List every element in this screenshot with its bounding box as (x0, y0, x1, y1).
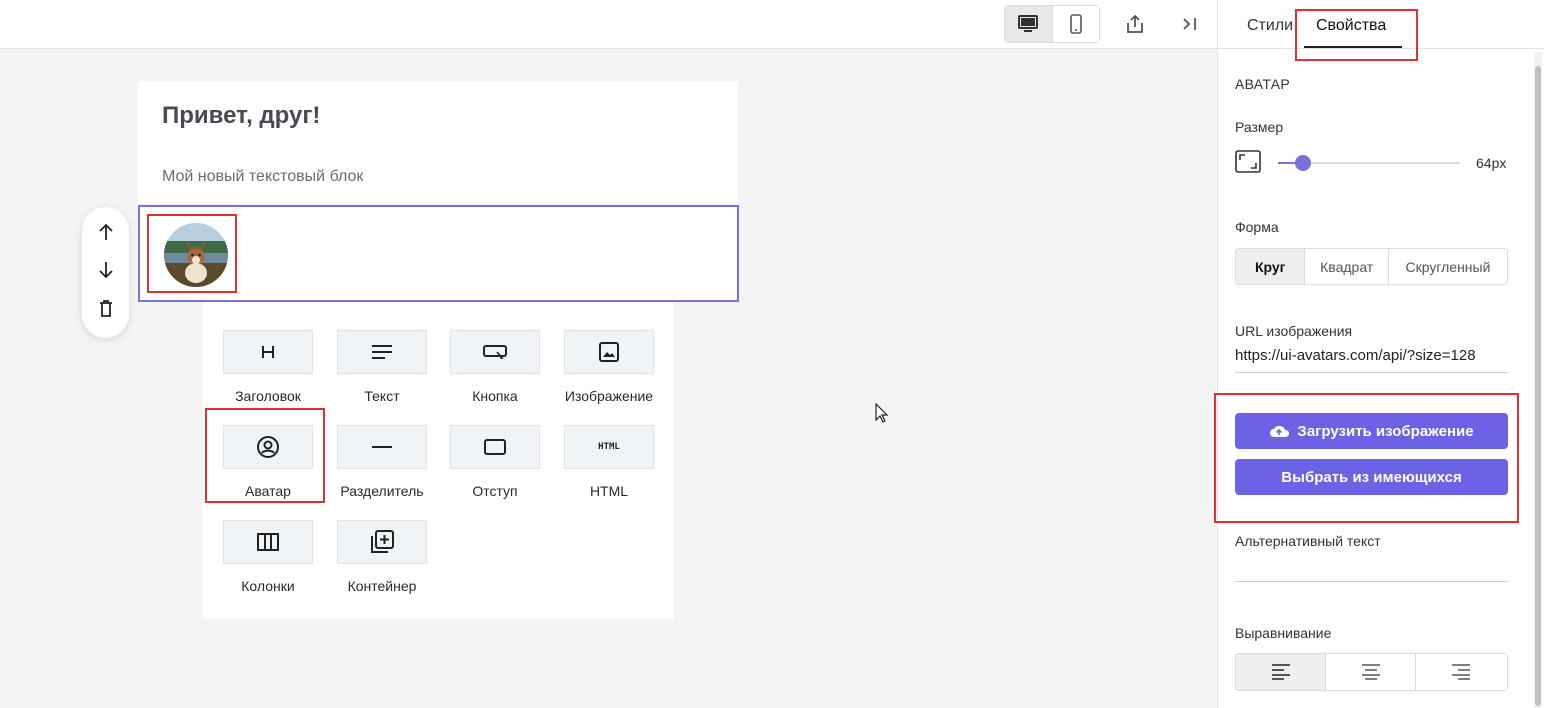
arrow-up-icon (98, 223, 113, 240)
section-title: АВАТАР (1235, 76, 1291, 92)
heading-icon (262, 346, 274, 358)
properties-tab-highlight (1295, 9, 1418, 61)
email-canvas: Привет, друг! Мой новый текстовый блок (138, 81, 738, 204)
avatar-highlight (147, 214, 237, 293)
alignment-selector (1235, 653, 1508, 691)
alt-text-input[interactable] (1235, 556, 1508, 580)
alignment-label: Выравнивание (1235, 625, 1332, 641)
button-icon (483, 345, 507, 359)
divider-icon (372, 446, 392, 448)
shape-label: Форма (1235, 219, 1279, 235)
alt-text-label: Альтернативный текст (1235, 533, 1381, 549)
shape-option-square[interactable]: Квадрат (1305, 249, 1389, 284)
align-left-button[interactable] (1236, 654, 1327, 690)
text-icon (372, 345, 392, 359)
size-slider[interactable] (1278, 155, 1460, 171)
arrow-down-icon (98, 261, 113, 279)
html-icon: HTML (598, 442, 620, 452)
align-left-icon (1271, 664, 1290, 680)
delete-block-button[interactable] (99, 299, 113, 322)
mobile-view-button[interactable] (1053, 6, 1100, 42)
block-label: Текст (364, 388, 400, 404)
size-value: 64px (1476, 155, 1507, 171)
cloud-upload-icon (1270, 425, 1290, 437)
move-down-button[interactable] (98, 261, 114, 284)
desktop-icon (1018, 15, 1039, 32)
block-label: Разделитель (340, 483, 424, 499)
block-divider[interactable]: Разделитель (337, 425, 427, 499)
panel-scrollbar[interactable] (1534, 52, 1542, 708)
block-label: HTML (589, 483, 629, 499)
collapse-panel-button[interactable] (1175, 9, 1205, 39)
choose-existing-button[interactable]: Выбрать из имеющихся (1235, 459, 1508, 495)
scrollbar-thumb[interactable] (1535, 66, 1541, 706)
share-button[interactable] (1120, 9, 1150, 39)
block-label: Отступ (472, 483, 518, 499)
block-label: Изображение (564, 388, 654, 404)
block-text[interactable]: Текст (337, 330, 427, 404)
block-heading[interactable]: Заголовок (223, 330, 313, 404)
shape-option-rounded[interactable]: Скругленный (1389, 249, 1507, 284)
container-icon (371, 530, 394, 553)
upload-image-button[interactable]: Загрузить изображение (1235, 413, 1508, 449)
alt-text-underline (1235, 581, 1508, 582)
align-right-icon (1452, 664, 1471, 680)
email-paragraph[interactable]: Мой новый текстовый блок (138, 161, 738, 204)
move-up-button[interactable] (98, 223, 114, 246)
block-spacer[interactable]: Отступ (450, 425, 540, 499)
block-label: Заголовок (235, 388, 301, 404)
email-heading[interactable]: Привет, друг! (138, 81, 738, 161)
desktop-view-button[interactable] (1005, 6, 1053, 42)
collapse-panel-icon (1183, 18, 1196, 30)
mobile-icon (1069, 14, 1082, 34)
shape-selector: Круг Квадрат Скругленный (1235, 248, 1508, 285)
block-image[interactable]: Изображение (564, 330, 654, 404)
upload-image-label: Загрузить изображение (1297, 422, 1474, 440)
view-toggle (1004, 5, 1100, 43)
align-right-button[interactable] (1416, 654, 1507, 690)
image-icon (599, 342, 619, 362)
block-label: Контейнер (347, 578, 417, 594)
block-columns[interactable]: Колонки (223, 520, 313, 594)
url-label: URL изображения (1235, 323, 1353, 339)
tab-styles[interactable]: Стили (1247, 17, 1293, 35)
top-toolbar (0, 0, 1217, 49)
columns-icon (257, 533, 279, 551)
align-center-icon (1361, 664, 1380, 680)
block-button[interactable]: Кнопка (450, 330, 540, 404)
spacer-icon (484, 439, 506, 455)
choose-existing-label: Выбрать из имеющихся (1281, 468, 1462, 486)
size-slider-thumb[interactable] (1295, 155, 1311, 171)
image-url-input[interactable]: https://ui-avatars.com/api/?size=128 (1235, 347, 1508, 373)
block-html[interactable]: HTML HTML (564, 425, 654, 499)
properties-panel: Стили Свойства АВАТАР Размер 64px Форма … (1214, 0, 1544, 708)
share-icon (1127, 14, 1143, 33)
resize-icon (1235, 150, 1261, 173)
size-label: Размер (1235, 119, 1284, 135)
block-tools (82, 207, 129, 338)
block-label: Колонки (241, 578, 295, 594)
trash-icon (99, 300, 112, 318)
block-container[interactable]: Контейнер (337, 520, 427, 594)
mouse-cursor-icon (875, 403, 889, 423)
avatar-block-highlight (205, 408, 325, 503)
shape-option-circle[interactable]: Круг (1236, 249, 1306, 284)
block-label: Кнопка (472, 388, 518, 404)
align-center-button[interactable] (1326, 654, 1416, 690)
